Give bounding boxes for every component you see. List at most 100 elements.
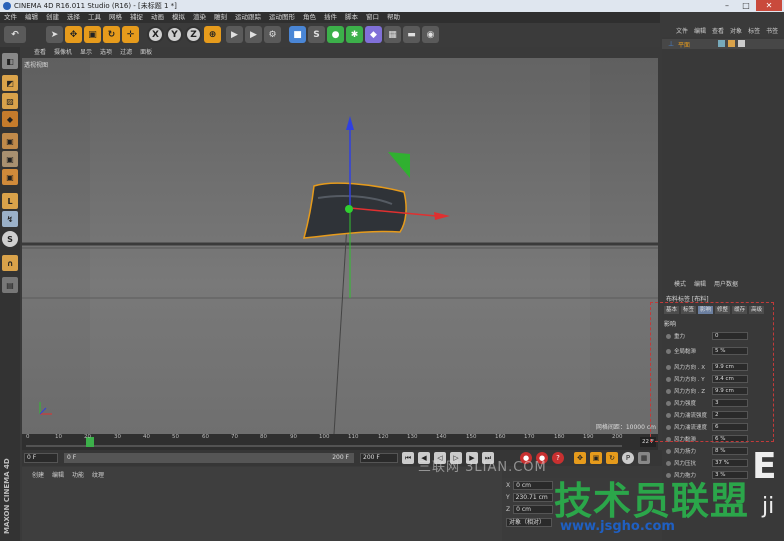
menu-plugins[interactable]: 插件: [324, 12, 337, 23]
workplane-icon[interactable]: ◆: [2, 111, 18, 127]
cube-primitive-icon[interactable]: ■: [289, 26, 306, 43]
render-settings-icon[interactable]: ⚙: [264, 26, 281, 43]
material-menu-texture[interactable]: 纹理: [92, 470, 104, 479]
object-menu-tags[interactable]: 标签: [748, 27, 760, 37]
attr-tab-edit[interactable]: 编辑: [694, 279, 706, 288]
make-editable-icon[interactable]: ◧: [2, 53, 18, 69]
menu-file[interactable]: 文件: [4, 12, 17, 23]
layer-icon[interactable]: ▤: [2, 277, 18, 293]
menu-motion-tracking[interactable]: 运动跟踪: [235, 12, 261, 23]
viewport-menu-panel[interactable]: 面板: [140, 47, 152, 58]
texture-tag-icon[interactable]: [738, 40, 745, 47]
viewport-menu-options[interactable]: 选项: [100, 47, 112, 58]
object-menu-bookmarks[interactable]: 书签: [766, 27, 778, 37]
y-axis-lock-button[interactable]: Y: [166, 26, 183, 43]
visibility-icon[interactable]: [718, 40, 725, 47]
render-picture-viewer-icon[interactable]: ▶: [245, 26, 262, 43]
material-menu-function[interactable]: 功能: [72, 470, 84, 479]
texture-mode-icon[interactable]: ▨: [2, 93, 18, 109]
z-axis-lock-button[interactable]: Z: [185, 26, 202, 43]
menu-mesh[interactable]: 网格: [109, 12, 122, 23]
viewport-menu-display[interactable]: 显示: [80, 47, 92, 58]
timeline-ruler[interactable]: 0 10 20 30 40 50 60 70 80 90 100 110 120…: [22, 434, 658, 450]
menu-simulate[interactable]: 模拟: [172, 12, 185, 23]
live-selection-icon[interactable]: ✛: [122, 26, 139, 43]
key-param-icon[interactable]: P: [622, 452, 634, 464]
attr-tab-mode[interactable]: 模式: [674, 279, 686, 288]
key-rotation-icon[interactable]: ↻: [606, 452, 618, 464]
key-scale-icon[interactable]: ▣: [590, 452, 602, 464]
magnet-icon[interactable]: ∩: [2, 255, 18, 271]
menu-render[interactable]: 渲染: [193, 12, 206, 23]
position-z-field[interactable]: 0 cm: [513, 505, 554, 514]
attr-tab-userdata[interactable]: 用户数据: [714, 279, 738, 288]
watermark-url: www.jsgho.com: [560, 519, 675, 534]
cloth-tag-icon[interactable]: [728, 40, 735, 47]
range-slider[interactable]: 0 F 200 F: [64, 453, 354, 463]
menu-create[interactable]: 创建: [46, 12, 59, 23]
go-to-start-icon[interactable]: ⏮: [402, 452, 414, 464]
spline-pen-icon[interactable]: S: [308, 26, 325, 43]
move-tool-icon[interactable]: ✥: [65, 26, 82, 43]
render-view-icon[interactable]: ▶: [226, 26, 243, 43]
menu-window[interactable]: 窗口: [366, 12, 379, 23]
floor-icon[interactable]: ▦: [384, 26, 401, 43]
menu-edit[interactable]: 编辑: [25, 12, 38, 23]
deformer-icon[interactable]: ◆: [365, 26, 382, 43]
wind-lift-field[interactable]: 8 %: [712, 447, 748, 455]
maximize-icon[interactable]: □: [737, 0, 755, 11]
model-mode-icon[interactable]: ◩: [2, 75, 18, 91]
cloth-object[interactable]: [302, 182, 407, 239]
tweak-mode-icon[interactable]: ↯: [2, 211, 18, 227]
viewport-menu-cameras[interactable]: 摄像机: [54, 47, 72, 58]
animate-dot-icon[interactable]: [666, 460, 671, 466]
start-frame-field[interactable]: 0 F: [24, 453, 58, 463]
camera-icon[interactable]: ▬: [403, 26, 420, 43]
close-icon[interactable]: ✕: [756, 0, 782, 11]
x-axis-lock-button[interactable]: X: [147, 26, 164, 43]
object-menu-edit[interactable]: 编辑: [694, 27, 706, 37]
menu-help[interactable]: 帮助: [387, 12, 400, 23]
object-menu-objects[interactable]: 对象: [730, 27, 742, 37]
cloner-icon[interactable]: ✱: [346, 26, 363, 43]
viewport-menu-view[interactable]: 查看: [34, 47, 46, 58]
coord-mode-dropdown[interactable]: 对象（相对）: [506, 518, 552, 527]
snap-icon[interactable]: S: [2, 231, 18, 247]
axis-mode-icon[interactable]: L: [2, 193, 18, 209]
coordinate-system-icon[interactable]: ⊕: [204, 26, 221, 43]
light-bulb-icon[interactable]: ◉: [422, 26, 439, 43]
key-pla-icon[interactable]: ▦: [638, 452, 650, 464]
viewport-menu-filter[interactable]: 过滤: [120, 47, 132, 58]
material-menu-edit[interactable]: 编辑: [52, 470, 64, 479]
material-menu-create[interactable]: 创建: [32, 470, 44, 479]
select-arrow-icon[interactable]: ➤: [46, 26, 63, 43]
scale-tool-icon[interactable]: ▣: [84, 26, 101, 43]
minimize-icon[interactable]: –: [718, 0, 736, 11]
wind-pressure-field[interactable]: 37 %: [712, 459, 748, 467]
subdivision-surface-icon[interactable]: ●: [327, 26, 344, 43]
end-frame-field[interactable]: 200 F: [360, 453, 398, 463]
undo-icon[interactable]: ↶: [4, 26, 26, 43]
position-x-field[interactable]: 0 cm: [513, 481, 554, 490]
menu-animate[interactable]: 动画: [151, 12, 164, 23]
edges-mode-icon[interactable]: ▣: [2, 151, 18, 167]
menu-mograph[interactable]: 运动图形: [269, 12, 295, 23]
object-menu-file[interactable]: 文件: [676, 27, 688, 37]
key-position-icon[interactable]: ✥: [574, 452, 586, 464]
points-mode-icon[interactable]: ▣: [2, 133, 18, 149]
object-pivot[interactable]: [345, 205, 353, 213]
menu-character[interactable]: 角色: [303, 12, 316, 23]
menu-tools[interactable]: 工具: [88, 12, 101, 23]
keyframe-selection-icon[interactable]: ?: [552, 452, 564, 464]
menu-script[interactable]: 脚本: [345, 12, 358, 23]
menu-select[interactable]: 选择: [67, 12, 80, 23]
menu-sculpt[interactable]: 雕刻: [214, 12, 227, 23]
position-y-field[interactable]: 230.71 cm: [512, 493, 553, 502]
object-menu-view[interactable]: 查看: [712, 27, 724, 37]
object-row-plane[interactable]: ⊥ 平面: [662, 39, 784, 49]
perspective-viewport[interactable]: 透视视图 网格间距：10000 cm: [22, 58, 658, 434]
polygons-mode-icon[interactable]: ▣: [2, 169, 18, 185]
rotate-tool-icon[interactable]: ↻: [103, 26, 120, 43]
menu-snap[interactable]: 捕捉: [130, 12, 143, 23]
animate-dot-icon[interactable]: [666, 448, 671, 454]
